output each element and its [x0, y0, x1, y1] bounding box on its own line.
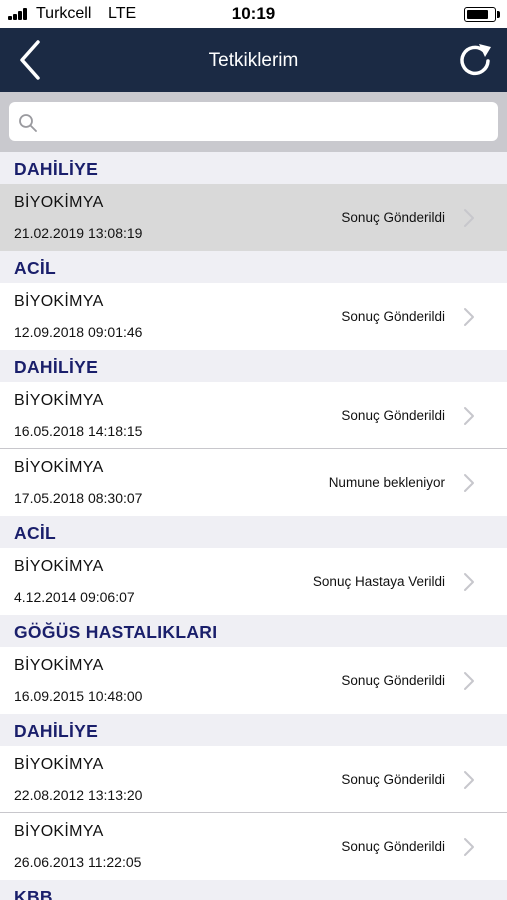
test-result-row[interactable]: BİYOKİMYA 17.05.2018 08:30:07 Numune bekle…: [0, 449, 507, 516]
section-header: DAHİLİYE: [0, 350, 507, 382]
test-result-row[interactable]: BİYOKİMYA 16.05.2018 14:18:15 Sonuç Gönder…: [0, 382, 507, 449]
test-date: 26.06.2013 11:22:05: [14, 854, 142, 870]
test-date: 21.02.2019 13:08:19: [14, 225, 143, 241]
test-type: BİYOKİMYA: [14, 293, 104, 310]
test-status: Numune bekleniyor: [328, 475, 445, 490]
section-header: DAHİLİYE: [0, 152, 507, 184]
test-result-row[interactable]: BİYOKİMYA 22.08.2012 13:13:20 Sonuç Gönder…: [0, 746, 507, 813]
test-type: BİYOKİMYA: [14, 459, 104, 476]
chevron-right-icon: [463, 473, 475, 493]
test-status: Sonuç Gönderildi: [341, 309, 445, 324]
test-result-row[interactable]: BİYOKİMYA 21.02.2019 13:08:19 Sonuç Gönder…: [0, 184, 507, 251]
chevron-right-icon: [463, 770, 475, 790]
test-type: BİYOKİMYA: [14, 194, 104, 211]
battery-level: [467, 10, 489, 19]
test-status: Sonuç Hastaya Verildi: [312, 574, 445, 589]
battery-tip: [497, 11, 500, 18]
test-date: 4.12.2014 09:06:07: [14, 589, 135, 605]
section-header: ACİL: [0, 516, 507, 548]
test-status: Sonuç Gönderildi: [341, 673, 445, 688]
search-bar: [0, 92, 507, 152]
battery-icon: [464, 7, 496, 22]
status-bar: Turkcell LTE 10:19: [0, 0, 507, 28]
chevron-right-icon: [463, 671, 475, 691]
section-header: KBB: [0, 880, 507, 900]
test-type: BİYOKİMYA: [14, 558, 104, 575]
test-date: 22.08.2012 13:13:20: [14, 787, 143, 803]
test-result-row[interactable]: BİYOKİMYA 16.09.2015 10:48:00 Sonuç Gönder…: [0, 647, 507, 714]
refresh-button[interactable]: [456, 40, 496, 80]
section-header: GÖĞÜS HASTALIKLARI: [0, 615, 507, 647]
navigation-bar: Tetkiklerim: [0, 28, 507, 92]
test-status: Sonuç Gönderildi: [341, 408, 445, 423]
test-date: 17.05.2018 08:30:07: [14, 490, 143, 506]
test-status: Sonuç Gönderildi: [341, 839, 445, 854]
test-type: BİYOKİMYA: [14, 657, 104, 674]
page-title: Tetkiklerim: [208, 50, 299, 71]
section-header: ACİL: [0, 251, 507, 283]
test-result-row[interactable]: BİYOKİMYA 12.09.2018 09:01:46 Sonuç Gönder…: [0, 283, 507, 350]
chevron-right-icon: [463, 572, 475, 592]
test-results-list: DAHİLİYE BİYOKİMYA 21.02.2019 13:08:19 Sonu…: [0, 152, 507, 900]
test-date: 12.09.2018 09:01:46: [14, 324, 143, 340]
chevron-right-icon: [463, 406, 475, 426]
test-status: Sonuç Gönderildi: [341, 210, 445, 225]
test-date: 16.05.2018 14:18:15: [14, 423, 143, 439]
chevron-right-icon: [463, 208, 475, 228]
search-input[interactable]: [9, 102, 498, 141]
test-result-row[interactable]: BİYOKİMYA 4.12.2014 09:06:07 Sonuç Hastaya…: [0, 548, 507, 615]
status-time: 10:19: [231, 4, 276, 23]
test-type: BİYOKİMYA: [14, 756, 104, 773]
section-header: DAHİLİYE: [0, 714, 507, 746]
chevron-right-icon: [463, 307, 475, 327]
search-icon: [19, 114, 37, 132]
refresh-icon: [460, 44, 491, 76]
test-type: BİYOKİMYA: [14, 392, 104, 409]
chevron-right-icon: [463, 837, 475, 857]
test-type: BİYOKİMYA: [14, 823, 104, 840]
test-date: 16.09.2015 10:48:00: [14, 688, 143, 704]
test-result-row[interactable]: BİYOKİMYA 26.06.2013 11:22:05 Sonuç Gönder…: [0, 813, 507, 880]
test-status: Sonuç Gönderildi: [341, 772, 445, 787]
